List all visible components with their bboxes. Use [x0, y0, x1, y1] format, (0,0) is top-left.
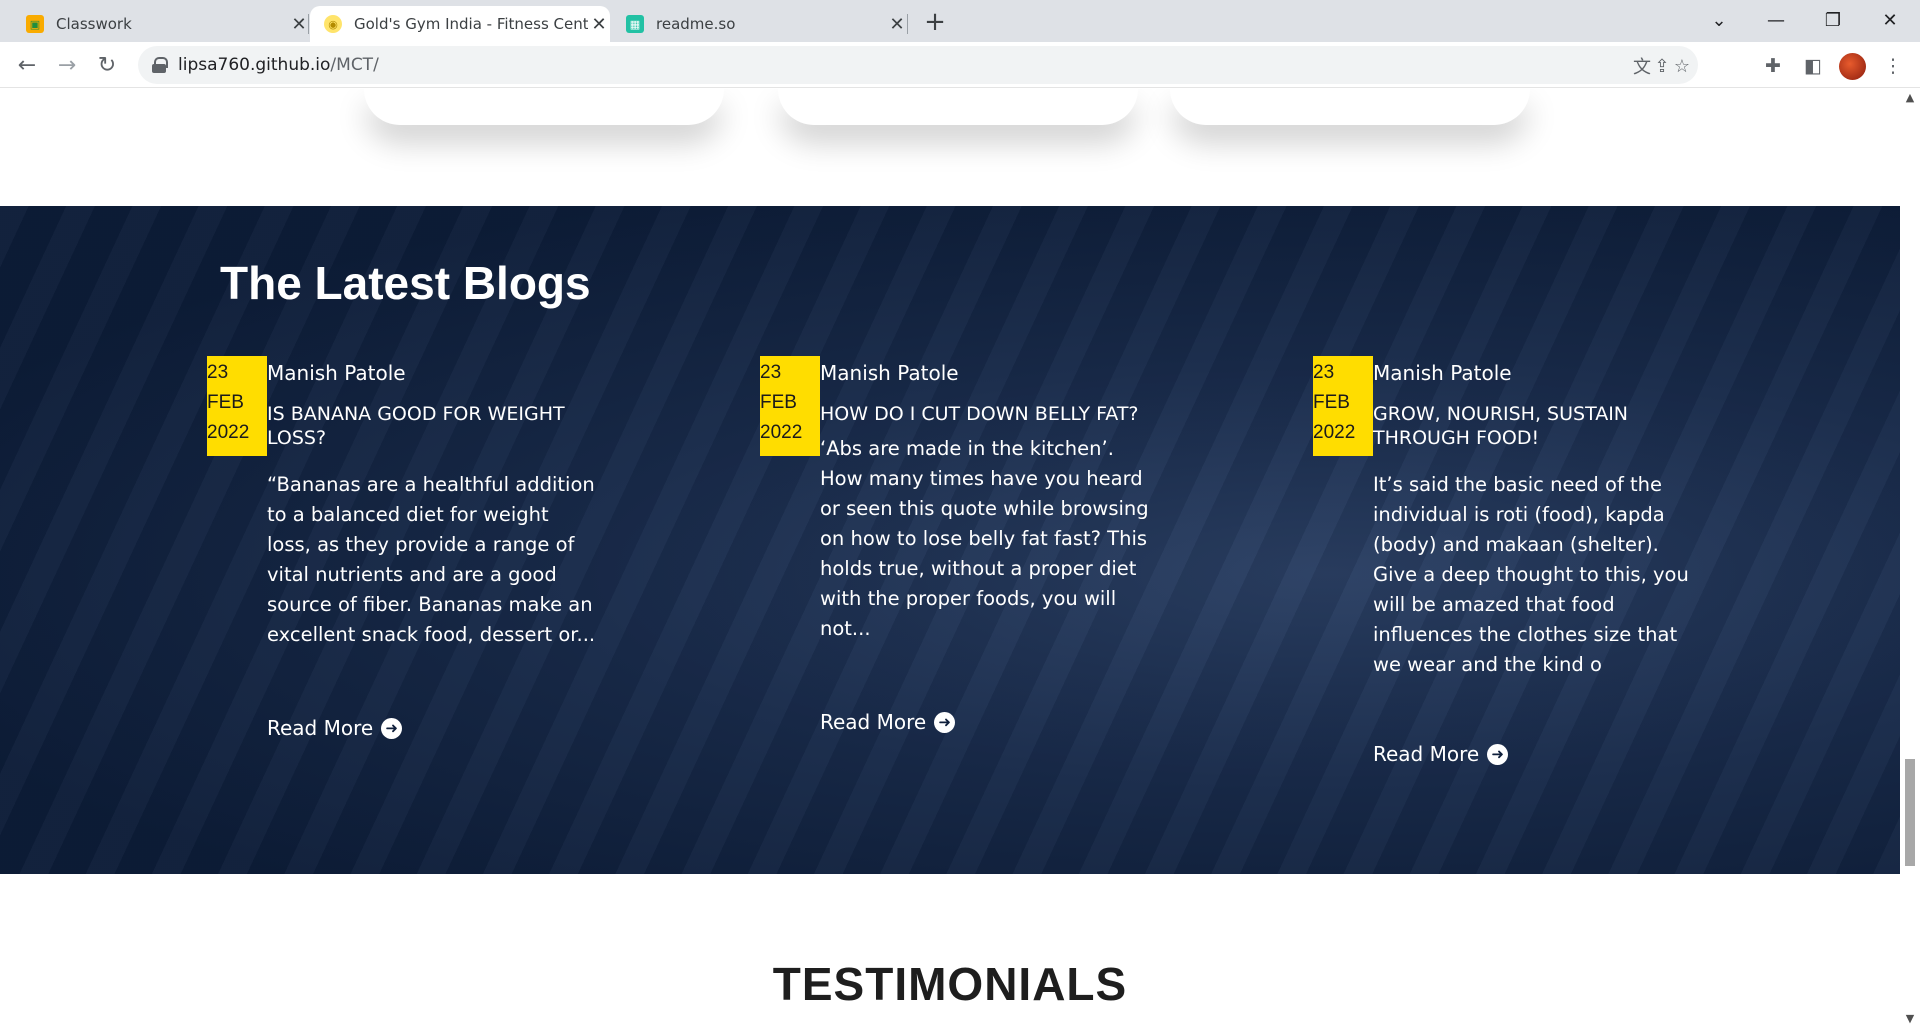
extensions-icon[interactable]: ✚ — [1760, 53, 1786, 79]
blog-author: Manish Patole — [1373, 361, 1512, 385]
tab-golds-gym[interactable]: ◉ Gold's Gym India - Fitness Center ✕ — [310, 6, 610, 42]
date-month: FEB — [1313, 392, 1350, 413]
read-more-label: Read More — [1373, 742, 1480, 766]
read-more-link[interactable]: Read More ➜ — [267, 716, 403, 740]
date-year: 2022 — [760, 422, 803, 443]
latest-blogs-section: The Latest Blogs 23 FEB 2022 Manish Pato… — [0, 206, 1900, 874]
arrow-right-circle-icon: ➜ — [381, 717, 403, 739]
new-tab-button[interactable]: + — [921, 7, 949, 37]
blog-excerpt: It’s said the basic need of the individu… — [1373, 473, 1689, 676]
goldsgym-icon: ◉ — [324, 15, 342, 33]
reload-icon[interactable]: ↻ — [91, 49, 123, 81]
tab-title: Classwork — [56, 15, 132, 33]
arrow-right-circle-icon: ➜ — [934, 711, 956, 733]
tab-separator — [907, 14, 908, 34]
tab-search-icon[interactable]: ⌄ — [1691, 0, 1747, 40]
tab-classwork[interactable]: ▣ Classwork ✕ — [14, 6, 310, 42]
classroom-icon: ▣ — [26, 15, 44, 33]
readme-icon: ▦ — [626, 15, 644, 33]
scroll-down-arrow-icon[interactable]: ▼ — [1900, 1012, 1920, 1028]
side-panel-icon[interactable]: ◧ — [1800, 53, 1826, 79]
blog-excerpt: “Bananas are a healthful addition to a b… — [267, 473, 596, 646]
lock-icon[interactable] — [152, 57, 168, 73]
blog-post-body: Manish Patole GROW, NOURISH, SUSTAIN THR… — [1373, 356, 1703, 766]
tab-readme[interactable]: ▦ readme.so ✕ — [612, 6, 908, 42]
blog-title[interactable]: IS BANANA GOOD FOR WEIGHT LOSS? — [267, 402, 597, 450]
date-badge: 23 FEB 2022 — [1313, 356, 1373, 456]
card-shadow — [778, 89, 1138, 125]
date-month: FEB — [207, 392, 244, 413]
bookmark-star-icon[interactable]: ☆ — [1670, 54, 1694, 78]
date-month: FEB — [760, 392, 797, 413]
read-more-link[interactable]: Read More ➜ — [1373, 742, 1509, 766]
browser-toolbar: ← → ↻ lipsa760.github.io/MCT/ 文 ⇪ ☆ ✚ ◧ … — [0, 42, 1920, 88]
date-year: 2022 — [1313, 422, 1356, 443]
read-more-label: Read More — [267, 716, 374, 740]
address-bar[interactable]: lipsa760.github.io/MCT/ 文 ⇪ ☆ — [138, 46, 1698, 84]
minimize-button[interactable]: — — [1748, 0, 1804, 40]
url-text[interactable]: lipsa760.github.io/MCT/ — [178, 55, 379, 75]
blog-title[interactable]: GROW, NOURISH, SUSTAIN THROUGH FOOD! — [1373, 402, 1703, 450]
read-more-link[interactable]: Read More ➜ — [820, 710, 956, 734]
date-badge: 23 FEB 2022 — [760, 356, 820, 456]
close-tab-icon[interactable]: ✕ — [588, 13, 610, 35]
date-day: 23 — [207, 362, 229, 383]
blog-author: Manish Patole — [267, 361, 406, 385]
blog-excerpt: ‘Abs are made in the kitchen’. How many … — [820, 437, 1149, 640]
close-tab-icon[interactable]: ✕ — [288, 13, 310, 35]
card-shadow — [364, 89, 724, 125]
close-tab-icon[interactable]: ✕ — [886, 13, 908, 35]
date-year: 2022 — [207, 422, 250, 443]
tab-separator — [308, 14, 309, 34]
url-host: lipsa760.github.io — [178, 55, 331, 75]
arrow-right-circle-icon: ➜ — [1487, 743, 1509, 765]
page-scrollbar[interactable]: ▲ ▼ — [1900, 89, 1920, 1030]
forward-icon[interactable]: → — [51, 49, 83, 81]
date-day: 23 — [1313, 362, 1335, 383]
tab-title: Gold's Gym India - Fitness Center — [354, 15, 588, 33]
back-icon[interactable]: ← — [11, 49, 43, 81]
scrollbar-thumb[interactable] — [1905, 759, 1915, 866]
blogs-heading: The Latest Blogs — [220, 257, 591, 309]
testimonials-heading: TESTIMONIALS — [772, 958, 1128, 1010]
read-more-label: Read More — [820, 710, 927, 734]
scroll-up-arrow-icon[interactable]: ▲ — [1900, 91, 1920, 107]
tab-title: readme.so — [656, 15, 736, 33]
restore-button[interactable]: ❐ — [1805, 0, 1861, 40]
blog-author: Manish Patole — [820, 361, 959, 385]
blog-post-body: Manish Patole HOW DO I CUT DOWN BELLY FA… — [820, 356, 1150, 734]
page-viewport: The Latest Blogs 23 FEB 2022 Manish Pato… — [0, 89, 1900, 1030]
profile-avatar[interactable] — [1839, 53, 1866, 80]
date-day: 23 — [760, 362, 782, 383]
card-shadow — [1170, 89, 1530, 125]
close-window-button[interactable]: ✕ — [1862, 0, 1918, 40]
blog-post-body: Manish Patole IS BANANA GOOD FOR WEIGHT … — [267, 356, 597, 740]
blog-title[interactable]: HOW DO I CUT DOWN BELLY FAT? — [820, 402, 1150, 426]
url-path: /MCT/ — [330, 55, 379, 75]
tab-strip: ▣ Classwork ✕ ◉ Gold's Gym India - Fitne… — [0, 0, 1920, 42]
date-badge: 23 FEB 2022 — [207, 356, 267, 456]
menu-kebab-icon[interactable]: ⋮ — [1880, 53, 1906, 79]
